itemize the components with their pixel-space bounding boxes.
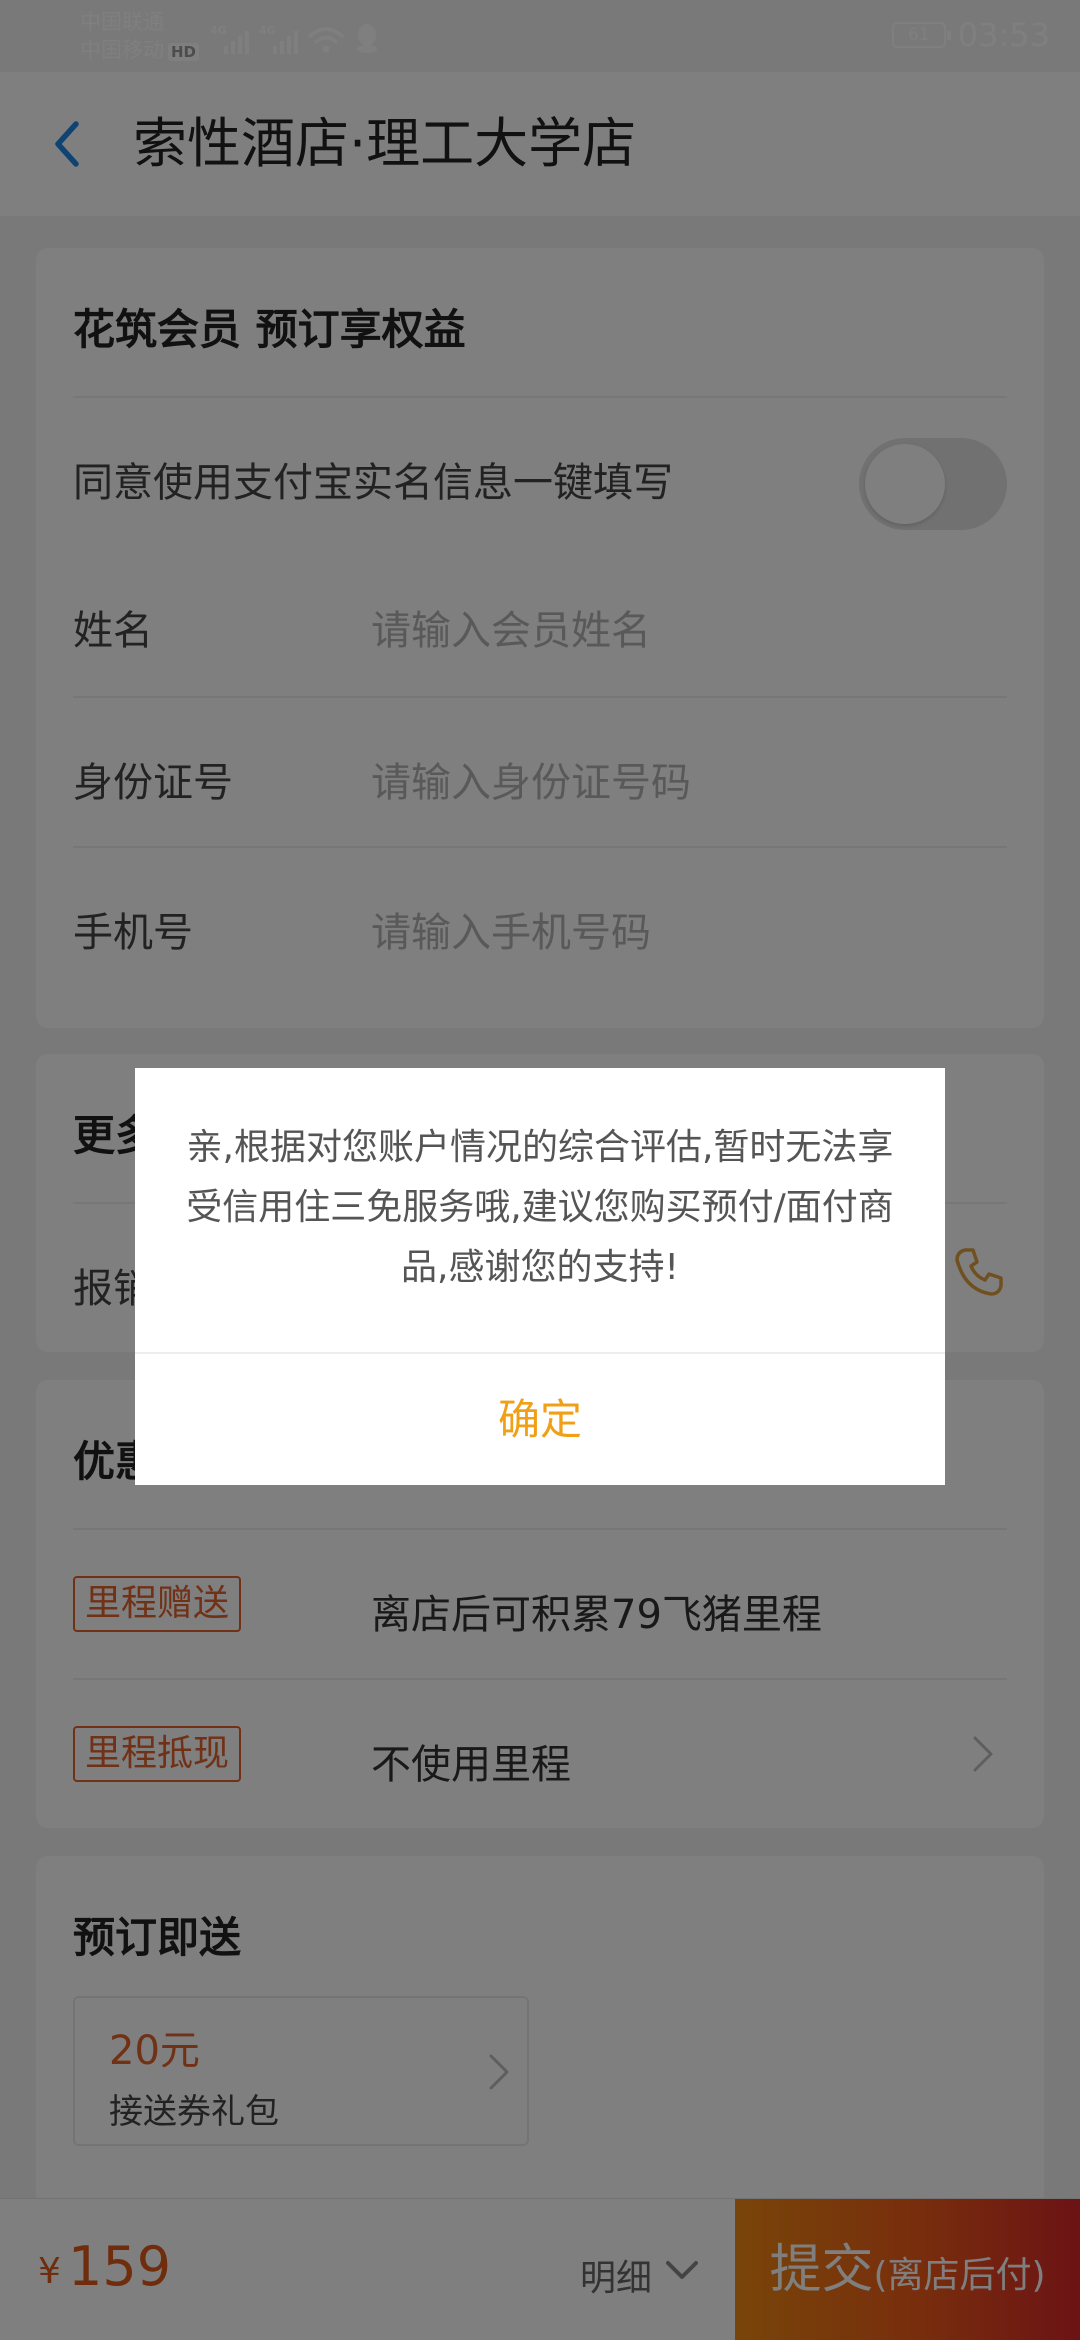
dialog-message: 亲,根据对您账户情况的综合评估,暂时无法享受信用住三免服务哦,建议您购买预付/面…	[186, 1127, 894, 1288]
alert-dialog: 亲,根据对您账户情况的综合评估,暂时无法享受信用住三免服务哦,建议您购买预付/面…	[135, 1068, 945, 1485]
confirm-button[interactable]: 确定	[135, 1352, 945, 1485]
